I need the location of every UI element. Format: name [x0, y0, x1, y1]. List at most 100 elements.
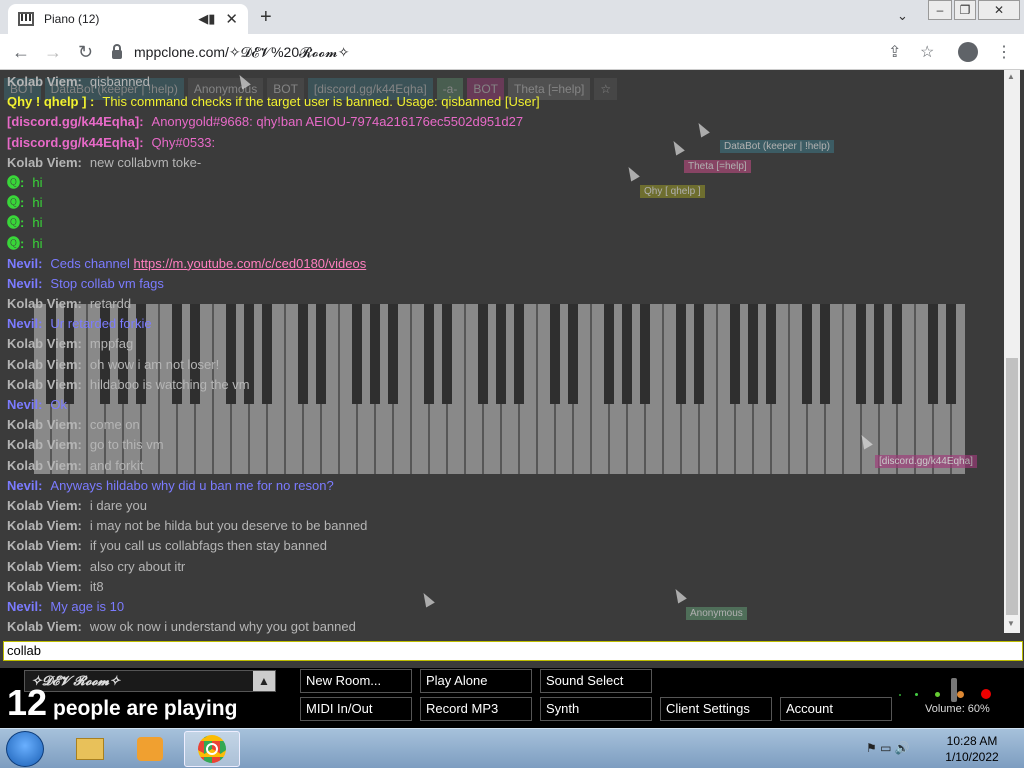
chat-text: Ur retarded forkie [50, 316, 152, 332]
chat-author: Kolab Viem: [7, 558, 82, 574]
bottom-controls: ✧𝓓𝓔𝓥 𝓡𝓸𝓸𝓶✧ ▲ 12 people are playing New Ro… [0, 668, 1024, 728]
chat-message: Kolab Viem: go to this vm [0, 435, 1000, 455]
bookmark-star-icon[interactable]: ☆ [920, 42, 934, 62]
browser-tab[interactable]: Piano (12) ◀▮ ✕ [8, 4, 248, 34]
scroll-up-icon[interactable]: ▲ [1007, 72, 1015, 81]
chat-text: hi [32, 174, 43, 190]
menu-kebab-icon[interactable]: ⋮ [996, 42, 1012, 62]
chat-message: Kolab Viem: qisbanned [0, 72, 1000, 92]
chat-scrollbar[interactable]: ▲ ▼ [1004, 70, 1020, 633]
chat-message: 🅠: hi [0, 193, 1000, 213]
chat-text: qisbanned [89, 74, 150, 89]
new-tab-icon[interactable]: + [260, 6, 272, 29]
record-mp3-button[interactable]: Record MP3 [420, 697, 532, 721]
chat-text: it8 [89, 578, 104, 594]
tab-search-chevron-icon[interactable]: ⌄ [897, 8, 908, 24]
chat-message: Kolab Viem: new collabvm toke- [0, 153, 1000, 173]
tray-icons[interactable]: ⚑ ▭ 🔊 [866, 741, 910, 755]
chat-author: Nevil: [7, 477, 43, 493]
chat-text: if you call us collabfags then stay bann… [89, 538, 327, 554]
chrome-taskbar-icon[interactable] [184, 731, 240, 767]
chat-link[interactable]: https://m.youtube.com/c/ced0180/videos [134, 256, 367, 271]
share-icon[interactable]: ⇪ [888, 42, 901, 62]
close-window-icon[interactable]: ✕ [978, 0, 1020, 20]
chat-text: Anonygold#9668: qhy!ban AEIOU-7974a21617… [151, 114, 524, 130]
people-count: 12 people are playing [7, 682, 237, 724]
chat-author: Nevil: [7, 275, 43, 291]
chat-message: Kolab Viem: retardd [0, 294, 1000, 314]
windows-taskbar: ⚑ ▭ 🔊 10:28 AM 1/10/2022 [0, 728, 1024, 768]
sound-select-button[interactable]: Sound Select [540, 669, 652, 693]
scrollbar-thumb[interactable] [1006, 358, 1018, 615]
chat-message: 🅠: hi [0, 213, 1000, 233]
back-icon[interactable]: ← [12, 42, 30, 63]
volume-knob[interactable] [951, 678, 957, 702]
minimize-icon[interactable]: – [928, 0, 952, 20]
chat-author: [discord.gg/k44Eqha]: [7, 114, 144, 130]
chat-text: hildaboo is watching the vm [89, 376, 250, 392]
profile-avatar-icon[interactable] [958, 42, 978, 62]
volume-dot [957, 691, 964, 698]
reload-icon[interactable]: ↻ [78, 42, 93, 63]
chat-author: Kolab Viem: [7, 518, 82, 534]
room-dropdown-arrow-icon[interactable]: ▲ [253, 671, 275, 691]
account-button[interactable]: Account [780, 697, 892, 721]
chat-message: Kolab Viem: i dare you [0, 496, 1000, 516]
chat-author: Kolab Viem: [7, 497, 82, 513]
chat-message: [discord.gg/k44Eqha]: Anonygold#9668: qhy… [0, 112, 1000, 132]
chat-author: [discord.gg/k44Eqha]: [7, 134, 144, 150]
client-settings-button[interactable]: Client Settings [660, 697, 772, 721]
chat-text: wow ok now i understand why you got bann… [89, 619, 356, 635]
volume-dot [935, 692, 940, 697]
chat-author: Kolab Viem: [7, 619, 82, 635]
chat-text: hi [32, 195, 43, 211]
scroll-down-icon[interactable]: ▼ [1007, 619, 1015, 628]
chat-text: also cry about itr [89, 558, 186, 574]
volume-control[interactable]: Volume: 60% [895, 678, 1020, 718]
chat-author: Kolab Viem: [7, 154, 82, 170]
chat-message: Nevil: Ceds channel https://m.youtube.com… [0, 254, 1000, 274]
chat-message: Kolab Viem: come on [0, 415, 1000, 435]
midi-button[interactable]: MIDI In/Out [300, 697, 412, 721]
system-clock[interactable]: 10:28 AM 1/10/2022 [940, 733, 1004, 765]
chat-author: Kolab Viem: [7, 336, 82, 352]
close-tab-icon[interactable]: ✕ [225, 10, 238, 28]
restore-icon[interactable]: ❐ [954, 0, 976, 20]
people-label: people are playing [53, 697, 238, 720]
chat-log: Kolab Viem: qisbanned Qhy ! qhelp ] : This … [0, 72, 1000, 637]
clock-date: 1/10/2022 [945, 750, 999, 764]
chat-author: Kolab Viem: [7, 457, 82, 473]
people-number: 12 [7, 682, 48, 723]
chat-author: Nevil: [7, 397, 43, 412]
start-button-icon[interactable] [6, 731, 44, 767]
forward-icon[interactable]: → [44, 42, 62, 63]
new-room-button[interactable]: New Room... [300, 669, 412, 693]
chat-text: Stop collab vm fags [50, 275, 164, 291]
media-player-taskbar-icon[interactable] [122, 731, 178, 767]
chat-author: Kolab Viem: [7, 437, 82, 453]
chat-text: hi [32, 235, 43, 251]
chat-message: Kolab Viem: wow ok now i understand why y… [0, 617, 1000, 637]
chat-message: 🅠: hi [0, 173, 1000, 193]
chat-author: Kolab Viem: [7, 74, 82, 89]
chat-message: Kolab Viem: also cry about itr [0, 557, 1000, 577]
address-bar[interactable]: mppclone.com/✧𝓓𝓔𝓥%20𝓡𝓸𝓸𝓶✧ [112, 39, 952, 65]
piano-room-page: BOT DataBot (keeper | !help) Anonymous BOT[… [0, 70, 1024, 668]
volume-dot [915, 693, 918, 696]
chat-author: Kolab Viem: [7, 417, 82, 433]
play-alone-button[interactable]: Play Alone [420, 669, 532, 693]
chat-input[interactable]: collab [3, 641, 1023, 661]
volume-label: Volume: 60% [925, 703, 990, 715]
chat-message: Nevil: Stop collab vm fags [0, 274, 1000, 294]
chat-message: Qhy ! qhelp ] : This command checks if th… [0, 92, 1000, 112]
speaker-icon[interactable]: ◀▮ [198, 11, 215, 27]
chat-author: Kolab Viem: [7, 578, 82, 594]
synth-button[interactable]: Synth [540, 697, 652, 721]
lock-icon [112, 43, 122, 59]
explorer-taskbar-icon[interactable] [62, 731, 118, 767]
chat-message: Kolab Viem: it8 [0, 577, 1000, 597]
chat-text: My age is 10 [50, 598, 125, 614]
chat-message: Kolab Viem: and forkit [0, 456, 1000, 476]
clock-time: 10:28 AM [946, 734, 998, 748]
chat-message: Kolab Viem: mppfag [0, 334, 1000, 354]
